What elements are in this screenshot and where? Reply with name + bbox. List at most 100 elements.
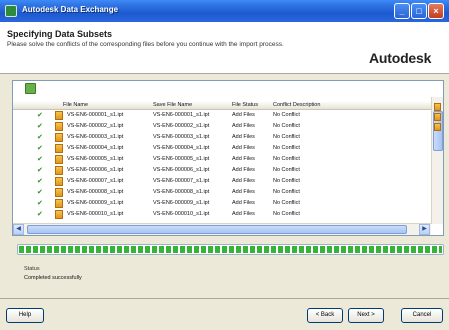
scroll-left-arrow[interactable]: ◀ xyxy=(13,224,24,235)
grid-toolbar xyxy=(13,81,443,97)
data-subsets-panel: File Name Save File Name File Status Con… xyxy=(12,80,444,236)
file-icon xyxy=(55,133,63,142)
cell-file-name: VS-EN6-000006_s1.ipt xyxy=(67,167,124,173)
cell-file-status: Add Files xyxy=(232,112,255,118)
table-row[interactable]: ✔ VS-EN6-000003_s1.ipt VS-EN6-000003_s1.ip… xyxy=(13,132,431,143)
cell-file-status: Add Files xyxy=(232,123,255,129)
cell-file-name: VS-EN6-000001_s1.ipt xyxy=(67,112,124,118)
checkmark-icon: ✔ xyxy=(37,189,43,196)
file-icon xyxy=(55,144,63,153)
table-row[interactable]: ✔ VS-EN6-000008_s1.ipt VS-EN6-000008_s1.ip… xyxy=(13,187,431,198)
close-button[interactable]: × xyxy=(428,3,444,19)
refresh-icon[interactable] xyxy=(25,83,36,94)
file-icon xyxy=(55,188,63,197)
table-row[interactable]: ✔ VS-EN6-000001_s1.ipt VS-EN6-000001_s1.ip… xyxy=(13,110,431,121)
status-text: Completed successfully xyxy=(24,275,82,281)
help-button[interactable]: Help xyxy=(6,308,44,323)
file-icon xyxy=(434,113,441,121)
checkmark-icon: ✔ xyxy=(37,134,43,141)
status-label: Status xyxy=(24,266,40,272)
file-icon xyxy=(55,166,63,175)
minimize-button[interactable]: _ xyxy=(394,3,410,19)
page-subtitle: Please solve the conflicts of the corres… xyxy=(7,41,284,48)
maximize-button[interactable]: □ xyxy=(411,3,427,19)
column-header-file-name[interactable]: File Name xyxy=(63,102,88,108)
cell-conflict-description: No Conflict xyxy=(273,145,300,151)
cell-file-status: Add Files xyxy=(232,167,255,173)
cell-file-name: VS-EN6-000007_s1.ipt xyxy=(67,178,124,184)
checkmark-icon: ✔ xyxy=(37,156,43,163)
app-icon xyxy=(5,5,17,17)
cell-save-file-name: VS-EN6-000005_s1.ipt xyxy=(153,156,210,162)
cell-file-name: VS-EN6-000009_s1.ipt xyxy=(67,200,124,206)
table-row[interactable]: ✔ VS-EN6-000010_s1.ipt VS-EN6-000010_s1.ip… xyxy=(13,209,431,220)
horizontal-scroll-thumb[interactable] xyxy=(27,225,407,234)
checkmark-icon: ✔ xyxy=(37,178,43,185)
checkmark-icon: ✔ xyxy=(37,145,43,152)
cell-conflict-description: No Conflict xyxy=(273,200,300,206)
cell-save-file-name: VS-EN6-000008_s1.ipt xyxy=(153,189,210,195)
checkmark-icon: ✔ xyxy=(37,123,43,130)
file-icon xyxy=(55,177,63,186)
checkmark-icon: ✔ xyxy=(37,200,43,207)
page-title: Specifying Data Subsets xyxy=(7,29,113,39)
file-grid: ✔ VS-EN6-000001_s1.ipt VS-EN6-000001_s1.ip… xyxy=(13,110,431,220)
file-icon xyxy=(434,123,441,131)
cell-conflict-description: No Conflict xyxy=(273,156,300,162)
progress-fill xyxy=(19,246,442,253)
table-row[interactable]: ✔ VS-EN6-000006_s1.ipt VS-EN6-000006_s1.ip… xyxy=(13,165,431,176)
table-row[interactable]: ✔ VS-EN6-000002_s1.ipt VS-EN6-000002_s1.ip… xyxy=(13,121,431,132)
checkmark-icon: ✔ xyxy=(37,167,43,174)
window-title: Autodesk Data Exchange xyxy=(22,5,119,14)
footer-divider xyxy=(0,298,449,299)
cell-file-status: Add Files xyxy=(232,156,255,162)
table-row[interactable]: ✔ VS-EN6-000004_s1.ipt VS-EN6-000004_s1.ip… xyxy=(13,143,431,154)
file-icon xyxy=(434,103,441,111)
data-exchange-window: Autodesk Data Exchange _ □ × Specifying … xyxy=(0,0,449,330)
checkmark-icon: ✔ xyxy=(37,112,43,119)
cell-save-file-name: VS-EN6-000003_s1.ipt xyxy=(153,134,210,140)
next-button[interactable]: Next > xyxy=(348,308,384,323)
cell-file-status: Add Files xyxy=(232,211,255,217)
horizontal-scrollbar[interactable]: ◀ ▶ xyxy=(13,223,431,235)
column-header-file-status[interactable]: File Status xyxy=(232,102,258,108)
cell-save-file-name: VS-EN6-000006_s1.ipt xyxy=(153,167,210,173)
file-icon xyxy=(55,199,63,208)
wizard-header: Specifying Data Subsets Please solve the… xyxy=(0,22,449,74)
column-header-conflict-description[interactable]: Conflict Description xyxy=(273,102,320,108)
table-row[interactable]: ✔ VS-EN6-000007_s1.ipt VS-EN6-000007_s1.ip… xyxy=(13,176,431,187)
cell-file-name: VS-EN6-000002_s1.ipt xyxy=(67,123,124,129)
cell-conflict-description: No Conflict xyxy=(273,189,300,195)
progress-bar xyxy=(17,244,444,255)
cancel-button[interactable]: Cancel xyxy=(401,308,443,323)
cell-file-status: Add Files xyxy=(232,200,255,206)
autodesk-logo: Autodesk xyxy=(369,50,432,66)
cell-conflict-description: No Conflict xyxy=(273,112,300,118)
back-button[interactable]: < Back xyxy=(307,308,343,323)
cell-save-file-name: VS-EN6-000010_s1.ipt xyxy=(153,211,210,217)
grid-header: File Name Save File Name File Status Con… xyxy=(13,101,431,110)
file-icon xyxy=(55,210,63,219)
cell-file-name: VS-EN6-000005_s1.ipt xyxy=(67,156,124,162)
column-header-save-file-name[interactable]: Save File Name xyxy=(153,102,192,108)
checkmark-icon: ✔ xyxy=(37,211,43,218)
cell-conflict-description: No Conflict xyxy=(273,134,300,140)
file-icon xyxy=(55,111,63,120)
cell-file-name: VS-EN6-000008_s1.ipt xyxy=(67,189,124,195)
cell-file-status: Add Files xyxy=(232,134,255,140)
cell-file-status: Add Files xyxy=(232,178,255,184)
cell-save-file-name: VS-EN6-000001_s1.ipt xyxy=(153,112,210,118)
cell-save-file-name: VS-EN6-000004_s1.ipt xyxy=(153,145,210,151)
cell-save-file-name: VS-EN6-000009_s1.ipt xyxy=(153,200,210,206)
title-bar[interactable]: Autodesk Data Exchange _ □ × xyxy=(0,0,449,22)
scroll-right-arrow[interactable]: ▶ xyxy=(419,224,430,235)
cell-save-file-name: VS-EN6-000007_s1.ipt xyxy=(153,178,210,184)
cell-conflict-description: No Conflict xyxy=(273,167,300,173)
cell-conflict-description: No Conflict xyxy=(273,178,300,184)
cell-file-status: Add Files xyxy=(232,145,255,151)
file-icon xyxy=(55,155,63,164)
cell-file-name: VS-EN6-000003_s1.ipt xyxy=(67,134,124,140)
cell-conflict-description: No Conflict xyxy=(273,123,300,129)
table-row[interactable]: ✔ VS-EN6-000009_s1.ipt VS-EN6-000009_s1.ip… xyxy=(13,198,431,209)
table-row[interactable]: ✔ VS-EN6-000005_s1.ipt VS-EN6-000005_s1.ip… xyxy=(13,154,431,165)
